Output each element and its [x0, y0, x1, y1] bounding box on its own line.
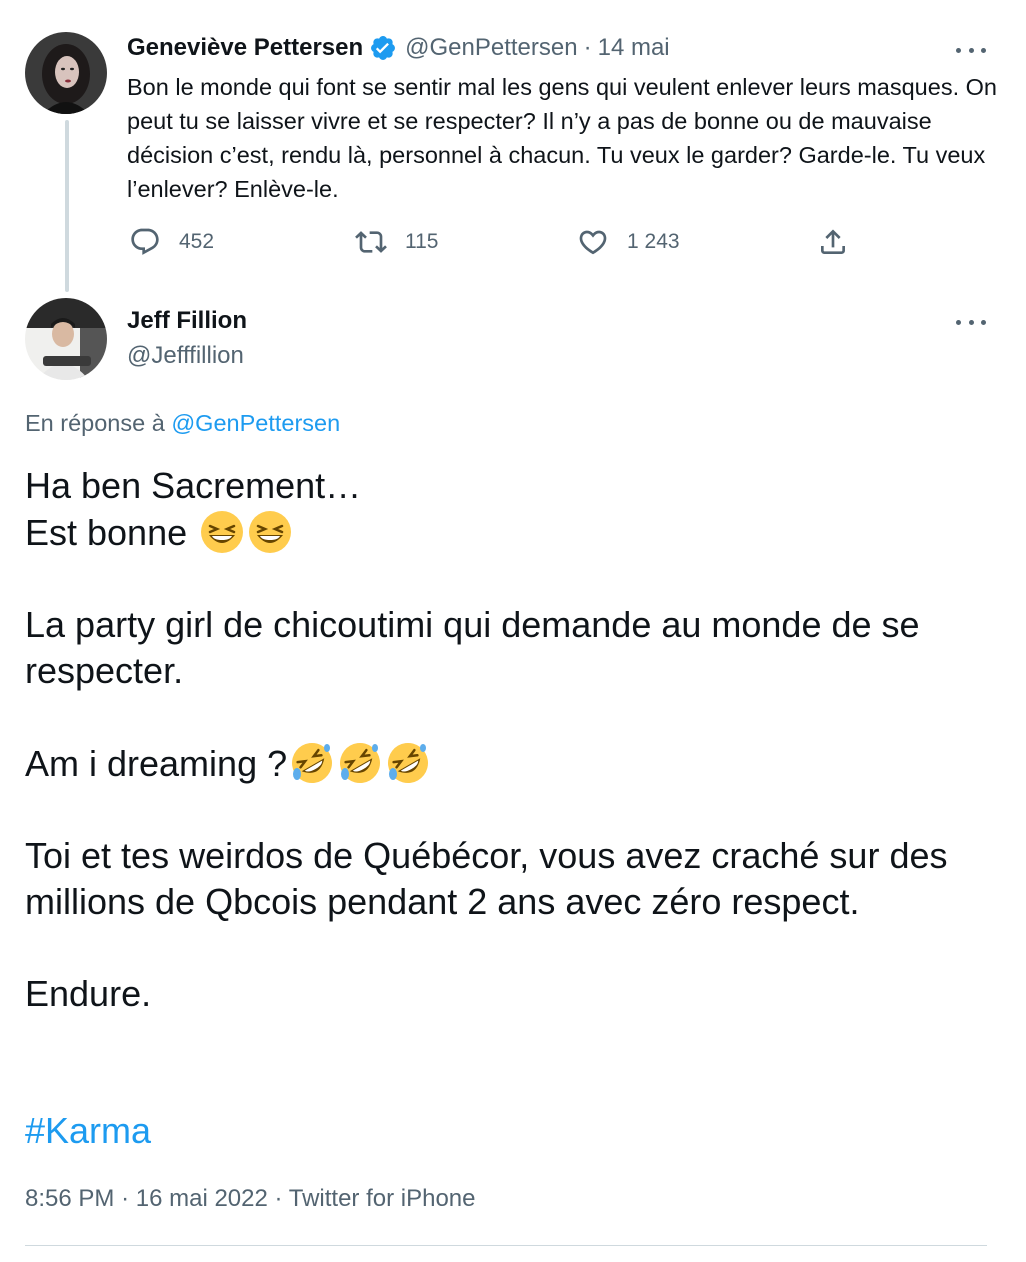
retweet-count: 115: [405, 230, 439, 253]
divider: [25, 1245, 987, 1246]
tweet-date[interactable]: 16 mai 2022: [136, 1185, 268, 1212]
tweet-text: Bon le monde qui font se sentir mal les …: [127, 74, 997, 202]
rolling-on-floor-laughing-emoji-icon: [337, 740, 383, 786]
author-name[interactable]: Geneviève Pettersen: [127, 34, 363, 62]
author-handle[interactable]: @Jefffillion: [127, 342, 244, 370]
tweet-line: Est bonne: [25, 509, 995, 556]
tweet-actions: 452 115 1 243: [127, 226, 867, 262]
thread-connector-line: [65, 120, 69, 292]
rolling-on-floor-laughing-emoji-icon: [385, 740, 431, 786]
more-options-icon[interactable]: [956, 312, 986, 332]
author-handle[interactable]: @GenPettersen: [405, 34, 577, 62]
more-options-icon[interactable]: [956, 40, 986, 60]
tweet-line: Am i dreaming ?: [25, 740, 995, 787]
tweet-line-text: Am i dreaming ?: [25, 743, 288, 784]
tweet-line-text: Est bonne: [25, 512, 188, 553]
tweet-body: Ha ben Sacrement… Est bonne La party gir…: [25, 463, 995, 1017]
hashtag-link[interactable]: #Karma: [25, 1110, 151, 1152]
heart-icon: [579, 230, 607, 255]
separator-dot: ·: [274, 1185, 283, 1212]
separator-dot: ·: [121, 1185, 130, 1212]
share-icon: [821, 229, 845, 254]
share-button[interactable]: [817, 226, 849, 258]
like-button[interactable]: 1 243: [577, 226, 680, 258]
reply-prefix: En réponse à: [25, 410, 165, 436]
retweet-icon: [355, 231, 387, 253]
grinning-squinting-face-emoji-icon: [247, 509, 293, 555]
tweet-metadata: 8:56 PM · 16 mai 2022 · Twitter for iPho…: [25, 1185, 475, 1213]
jeff-avatar[interactable]: [25, 298, 107, 380]
reply-icon: [131, 228, 159, 255]
tweet-time[interactable]: 8:56 PM: [25, 1185, 114, 1212]
tweet-line: Toi et tes weirdos de Québécor, vous ave…: [25, 835, 948, 922]
separator-dot: ·: [583, 34, 592, 61]
tweet-date[interactable]: 14 mai: [598, 34, 670, 62]
author-name[interactable]: Jeff Fillion: [127, 307, 247, 335]
tweet-source[interactable]: Twitter for iPhone: [289, 1185, 476, 1212]
tweet-line: La party girl de chicoutimi qui demande …: [25, 604, 920, 691]
retweet-button[interactable]: 115: [355, 226, 438, 258]
tweet-line: Ha ben Sacrement…: [25, 465, 362, 506]
verified-badge-icon: [369, 34, 397, 62]
reply-context: En réponse à @GenPettersen: [25, 410, 340, 437]
reply-count: 452: [179, 230, 215, 253]
reply-button[interactable]: 452: [129, 226, 214, 258]
rolling-on-floor-laughing-emoji-icon: [289, 740, 335, 786]
genevieve-avatar[interactable]: [25, 32, 107, 114]
tweet-line: Endure.: [25, 973, 152, 1014]
like-count: 1 243: [627, 230, 680, 253]
grinning-squinting-face-emoji-icon: [199, 509, 245, 555]
reply-mention-link[interactable]: @GenPettersen: [171, 410, 340, 436]
